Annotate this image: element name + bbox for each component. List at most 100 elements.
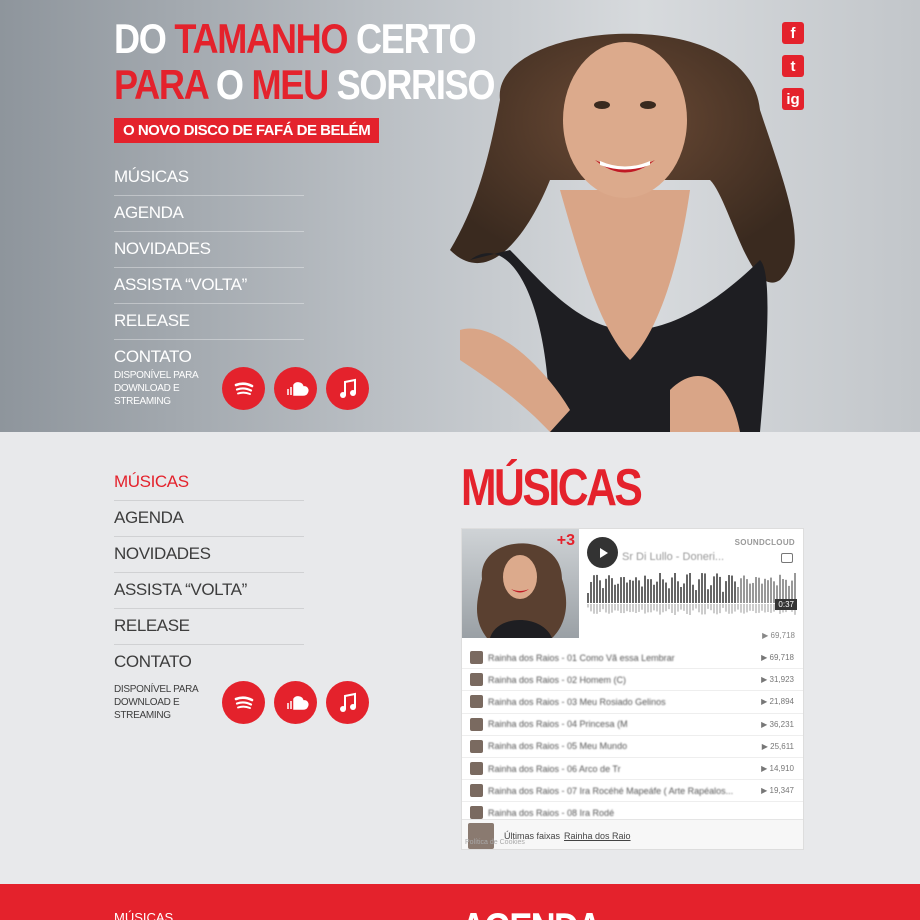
cookie-policy-link[interactable]: Política de Cookies	[465, 839, 525, 846]
section-heading: MÚSICAS	[461, 459, 643, 517]
waveform-reflection	[758, 604, 760, 613]
waveform-bar	[611, 578, 613, 603]
waveform-bar	[653, 584, 655, 603]
facebook-button[interactable]: f	[782, 22, 804, 44]
nav-item-musicas[interactable]: MÚSICAS	[114, 910, 173, 920]
track-count: ▶ 25,611	[761, 741, 794, 751]
waveform-bar	[659, 573, 661, 603]
nav-item-novidades[interactable]: NOVIDADES	[114, 537, 304, 573]
soundcloud-button[interactable]	[274, 367, 317, 410]
waveform-reflection	[719, 604, 721, 614]
artist-photo	[450, 33, 795, 432]
track-name: Rainha dos Raios - 01 Como Vã essa Lembr…	[488, 652, 675, 663]
waveform-bar	[746, 579, 748, 603]
waveform-bar	[629, 579, 631, 603]
waveform-bar	[767, 580, 769, 603]
track-title: Sr Di Lullo - Doneri...	[622, 551, 725, 563]
waveform-reflection	[668, 604, 670, 610]
nav-item-agenda[interactable]: AGENDA	[114, 196, 304, 232]
nav-item-release[interactable]: RELEASE	[114, 609, 304, 645]
track-row[interactable]: Rainha dos Raios - 04 Princesa (M ▶ 36,23…	[462, 714, 803, 736]
waveform-reflection	[767, 604, 769, 612]
waveform-reflection	[734, 604, 736, 612]
nav-item-assista-volta[interactable]: ASSISTA “VOLTA”	[114, 573, 304, 609]
waveform-reflection	[752, 604, 754, 612]
nav-item-musicas[interactable]: MÚSICAS	[114, 160, 304, 196]
nav-item-assista-volta[interactable]: ASSISTA “VOLTA”	[114, 268, 304, 304]
waveform-bar	[758, 577, 760, 603]
waveform-bar	[728, 575, 730, 603]
waveform-bar	[608, 575, 610, 603]
social-links: f t ig	[782, 22, 804, 121]
nav-item-agenda[interactable]: AGENDA	[114, 501, 304, 537]
track-name: Rainha dos Raios - 05 Meu Mundo	[488, 741, 628, 752]
track-thumb	[470, 717, 483, 731]
track-thumb	[470, 695, 483, 709]
track-row[interactable]: Rainha dos Raios - 06 Arco de Tr ▶ 14,910	[462, 758, 803, 781]
album-art: +3	[462, 529, 579, 638]
share-icon[interactable]	[781, 553, 793, 563]
waveform-reflection	[764, 604, 766, 613]
spotify-button[interactable]	[222, 681, 265, 724]
waveform-reflection	[689, 604, 691, 615]
track-row[interactable]: Rainha dos Raios - 05 Meu Mundo ▶ 25,611	[462, 736, 803, 758]
nav-item-musicas[interactable]: MÚSICAS	[114, 465, 304, 501]
waveform[interactable]	[587, 573, 799, 615]
waveform-bar	[668, 588, 670, 603]
track-row[interactable]: Rainha dos Raios - 01 Como Vã essa Lembr…	[462, 647, 803, 670]
soundcloud-button[interactable]	[274, 681, 317, 724]
waveform-reflection	[602, 604, 604, 610]
waveform-bar	[680, 586, 682, 603]
track-row[interactable]: Rainha dos Raios - 07 Ira Rocéhé Mapeáfe…	[462, 780, 803, 803]
nav-item-novidades[interactable]: NOVIDADES	[114, 232, 304, 268]
track-name: Rainha dos Raios - 04 Princesa (M	[488, 719, 628, 730]
track-row[interactable]: Rainha dos Raios - 02 Homem (C) ▶ 31,923	[462, 669, 803, 692]
track-row[interactable]: Rainha dos Raios - 08 Ira Rodé	[462, 802, 803, 819]
streaming-label-line: DISPONÍVEL PARA	[114, 684, 199, 695]
waveform-reflection	[749, 604, 751, 611]
waveform-reflection	[713, 604, 715, 614]
waveform-reflection	[737, 604, 739, 610]
track-count: ▶ 19,347	[761, 786, 794, 796]
hero-banner: DO TAMANHO CERTO PARA O MEU SORRISO O NO…	[0, 0, 920, 432]
waveform-bar	[689, 573, 691, 603]
album-logo: +3	[556, 532, 575, 549]
play-button[interactable]	[587, 537, 618, 568]
waveform-bar	[698, 579, 700, 603]
waveform-bar	[614, 584, 616, 603]
waveform-bar	[671, 577, 673, 603]
instagram-button[interactable]: ig	[782, 88, 804, 110]
waveform-bar	[731, 575, 733, 603]
waveform-bar	[686, 574, 688, 603]
streaming-label-line: DISPONÍVEL PARA	[114, 370, 199, 381]
soundcloud-icon	[286, 695, 309, 710]
waveform-reflection	[626, 604, 628, 612]
waveform-reflection	[728, 604, 730, 614]
section-heading: AGENDA	[461, 904, 602, 920]
waveform-bar	[620, 577, 622, 603]
music-store-button[interactable]	[326, 367, 369, 410]
waveform-reflection	[653, 604, 655, 611]
track-thumb	[470, 784, 483, 798]
waveform-bar	[644, 575, 646, 603]
soundcloud-player[interactable]: +3 Sr Di Lullo - Doneri... SOUNDCLOUD 0:…	[461, 528, 804, 850]
playlist-link[interactable]: Rainha dos Raio	[564, 831, 631, 841]
twitter-button[interactable]: t	[782, 55, 804, 77]
waveform-reflection	[608, 604, 610, 614]
waveform-reflection	[593, 604, 595, 614]
nav-item-contato[interactable]: CONTATO	[114, 645, 304, 680]
waveform-reflection	[650, 604, 652, 613]
waveform-reflection	[722, 604, 724, 608]
title-word: PARA	[114, 61, 208, 108]
waveform-bar	[590, 581, 592, 603]
track-row[interactable]: Rainha dos Raios - 03 Meu Rosiado Gelino…	[462, 691, 803, 714]
nav-item-release[interactable]: RELEASE	[114, 304, 304, 340]
music-store-button[interactable]	[326, 681, 369, 724]
waveform-bar	[674, 573, 676, 603]
facebook-icon: f	[790, 24, 796, 42]
waveform-reflection	[617, 604, 619, 611]
waveform-reflection	[647, 604, 649, 613]
waveform-bar	[638, 580, 640, 603]
waveform-bar	[599, 580, 601, 603]
spotify-button[interactable]	[222, 367, 265, 410]
